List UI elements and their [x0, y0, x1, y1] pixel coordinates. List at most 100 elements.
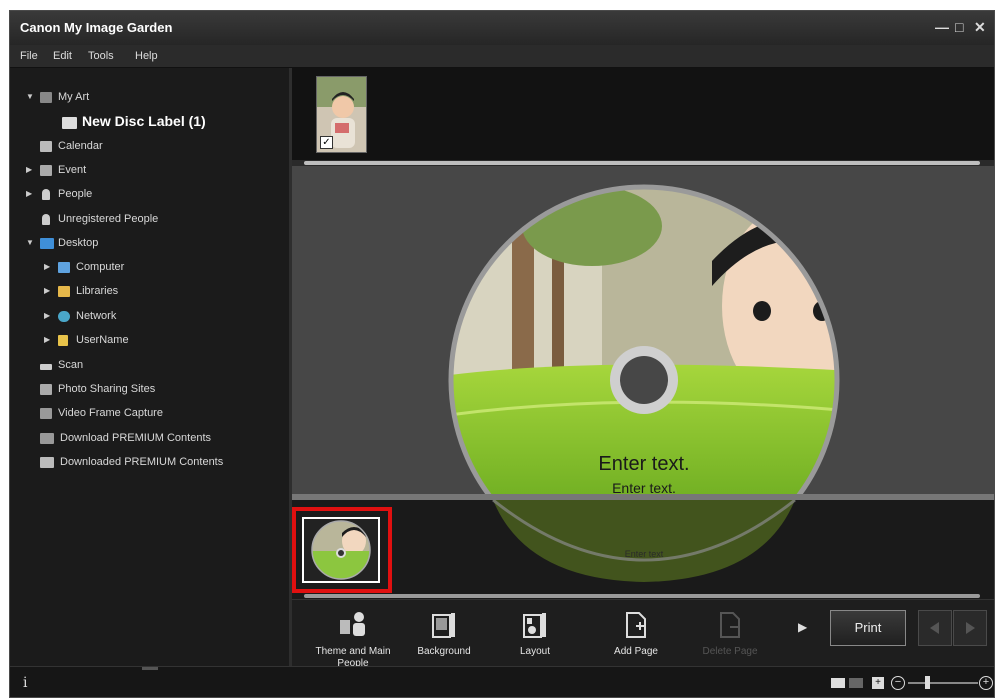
print-button[interactable]: Print	[830, 610, 906, 646]
sidebar-item-unregistered-people[interactable]: Unregistered People	[10, 209, 280, 229]
event-icon	[40, 165, 52, 176]
minimize-icon[interactable]: —	[935, 19, 949, 35]
zoom-out-icon[interactable]: −	[891, 676, 905, 690]
chevron-right-icon[interactable]: ▶	[26, 184, 36, 204]
sidebar-item-scan[interactable]: Scan	[10, 355, 280, 375]
chevron-right-icon[interactable]: ▶	[44, 281, 54, 301]
next-page-button[interactable]	[953, 610, 987, 646]
sidebar-item-computer[interactable]: ▶ Computer	[10, 257, 280, 277]
sidebar-item-label: UserName	[76, 334, 129, 346]
background-button[interactable]: Background	[399, 600, 489, 666]
sidebar-item-network[interactable]: ▶ Network	[10, 306, 280, 326]
network-icon	[58, 311, 70, 322]
delete-page-button[interactable]: Delete Page	[685, 600, 775, 666]
chevron-right-icon[interactable]: ▶	[26, 160, 36, 180]
sidebar-item-event[interactable]: ▶ Event	[10, 160, 280, 180]
sidebar-item-photo-sharing-sites[interactable]: Photo Sharing Sites	[10, 379, 280, 399]
disc-label-preview: Enter text. Enter text.	[448, 184, 840, 500]
fit-to-window-icon[interactable]: +	[872, 677, 884, 689]
menu-tools[interactable]: Tools	[88, 50, 114, 62]
image-filmstrip: ✓	[292, 68, 994, 160]
sidebar-item-label: New Disc Label (1)	[82, 113, 206, 129]
menu-edit[interactable]: Edit	[53, 50, 72, 62]
sidebar-item-label: Downloaded PREMIUM Contents	[60, 456, 224, 468]
add-page-label: Add Page	[614, 646, 658, 657]
sidebar-item-people[interactable]: ▶ People	[10, 184, 280, 204]
sidebar-resize-handle[interactable]	[142, 667, 158, 670]
sidebar-item-libraries[interactable]: ▶ Libraries	[10, 281, 280, 301]
sidebar-item-label: Computer	[76, 261, 125, 273]
chevron-down-icon[interactable]: ▼	[26, 87, 36, 107]
scrollbar-thumb[interactable]	[304, 161, 980, 165]
view-mode-icon[interactable]	[831, 678, 845, 688]
theme-people-icon	[340, 612, 365, 636]
people-icon	[42, 189, 50, 200]
photo-sharing-icon	[40, 384, 52, 395]
app-window: Canon My Image Garden — □ ✕ File Edit To…	[9, 10, 995, 698]
add-page-icon	[626, 612, 646, 638]
background-icon	[432, 613, 455, 638]
disc-editor-canvas[interactable]: Enter text. Enter text.	[292, 166, 994, 500]
window-title: Canon My Image Garden	[20, 20, 173, 35]
sidebar-item-my-art[interactable]: ▼ My Art	[10, 87, 280, 107]
chevron-right-icon[interactable]: ▶	[44, 306, 54, 326]
previous-page-button[interactable]	[918, 610, 952, 646]
layout-icon	[523, 613, 546, 638]
sidebar-item-desktop[interactable]: ▼ Desktop	[10, 233, 280, 253]
zoom-slider[interactable]	[908, 682, 978, 684]
calendar-icon	[40, 141, 52, 152]
arrow-right-icon	[966, 622, 975, 634]
menu-bar: File Edit Tools Help	[10, 45, 994, 68]
chevron-right-icon[interactable]: ▶	[44, 257, 54, 277]
disc-reflection: Enter text	[492, 500, 796, 582]
zoom-in-icon[interactable]: +	[979, 676, 993, 690]
sidebar-item-download-premium[interactable]: Download PREMIUM Contents	[10, 428, 280, 448]
sidebar-item-label: Photo Sharing Sites	[58, 383, 156, 395]
sidebar-item-downloaded-premium[interactable]: Downloaded PREMIUM Contents	[10, 452, 280, 472]
maximize-icon[interactable]: □	[955, 19, 963, 35]
disc-title-text[interactable]: Enter text.	[598, 453, 689, 475]
checkbox-icon[interactable]: ✓	[320, 136, 333, 149]
reflection-text: Enter text	[625, 549, 664, 559]
sidebar-item-label: Libraries	[76, 285, 119, 297]
video-frame-icon	[40, 408, 52, 419]
zoom-slider-thumb[interactable]	[925, 676, 930, 689]
sidebar-item-label: Calendar	[58, 140, 103, 152]
scrollbar-thumb[interactable]	[304, 594, 980, 598]
layout-button[interactable]: Layout	[490, 600, 580, 666]
libraries-icon	[58, 286, 70, 297]
close-icon[interactable]: ✕	[974, 19, 986, 36]
view-mode-alt-icon[interactable]	[849, 678, 863, 688]
page-thumbnails: Enter text	[292, 500, 994, 599]
status-bar: i + − +	[10, 666, 994, 697]
sidebar-item-new-disc-label[interactable]: New Disc Label (1)	[10, 111, 280, 131]
sidebar-item-label: Unregistered People	[58, 213, 159, 225]
sidebar: ▼ My Art New Disc Label (1) Calendar ▶ E…	[10, 68, 290, 666]
delete-page-icon	[720, 612, 740, 638]
sidebar-item-video-frame-capture[interactable]: Video Frame Capture	[10, 403, 280, 423]
download-icon	[40, 433, 54, 444]
info-icon[interactable]: i	[23, 675, 27, 691]
add-page-button[interactable]: Add Page	[591, 600, 681, 666]
sidebar-item-label: Network	[76, 310, 117, 322]
page-thumbnail-1[interactable]	[302, 517, 380, 583]
menu-help[interactable]: Help	[135, 50, 158, 62]
page-thumbnail-image	[311, 520, 371, 580]
disc-label-icon	[62, 117, 77, 129]
folder-icon	[40, 457, 54, 468]
sidebar-item-label: Download PREMIUM Contents	[60, 432, 212, 444]
sidebar-item-label: Desktop	[58, 237, 99, 249]
sidebar-item-label: Video Frame Capture	[58, 407, 163, 419]
layout-label: Layout	[519, 646, 551, 657]
arrow-left-icon	[930, 622, 939, 634]
chevron-down-icon[interactable]: ▼	[26, 233, 36, 253]
theme-and-main-people-button[interactable]: Theme and Main People	[308, 600, 398, 669]
edit-toolbar: Theme and Main People Background Layout	[292, 599, 994, 669]
sidebar-item-username[interactable]: ▶ UserName	[10, 330, 280, 350]
sidebar-item-calendar[interactable]: Calendar	[10, 136, 280, 156]
more-tools-icon[interactable]: ▶	[798, 620, 807, 634]
photo-thumbnail[interactable]: ✓	[316, 76, 367, 153]
delete-page-label: Delete Page	[702, 646, 758, 657]
menu-file[interactable]: File	[20, 50, 38, 62]
chevron-right-icon[interactable]: ▶	[44, 330, 54, 350]
